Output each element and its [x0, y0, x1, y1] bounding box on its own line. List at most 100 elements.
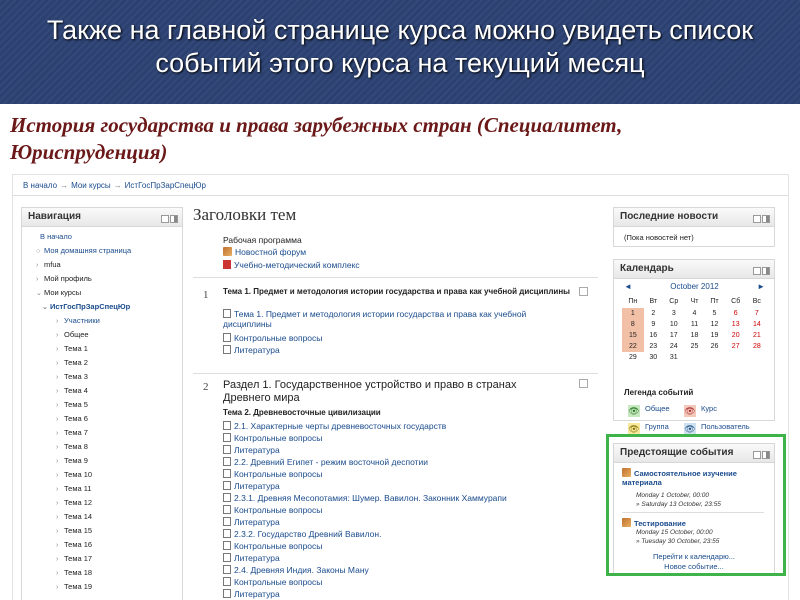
nav-item[interactable]: › Тема 3 [56, 372, 88, 381]
calendar-day[interactable]: 20 [725, 330, 747, 341]
nav-item-label: В начало [40, 232, 72, 241]
section-2-link[interactable]: 2.1. Характерные черты древневосточных г… [223, 421, 446, 431]
dock-icon[interactable] [170, 215, 178, 223]
calendar-day[interactable]: 31 [663, 352, 685, 363]
calendar-day[interactable]: 13 [725, 319, 747, 330]
section-2-link[interactable]: Литература [223, 445, 280, 455]
nav-item[interactable]: › Общее [56, 330, 89, 339]
calendar-day[interactable]: 12 [704, 319, 724, 330]
nav-item[interactable]: › Тема 17 [56, 554, 92, 563]
dock-icon[interactable] [762, 267, 770, 275]
collapse-icon[interactable] [161, 215, 169, 223]
calendar-day[interactable]: 18 [685, 330, 705, 341]
document-icon [223, 589, 231, 598]
section-1-checkbox[interactable] [579, 287, 588, 296]
section-2-link[interactable]: Литература [223, 517, 280, 527]
calendar-day[interactable]: 2 [644, 308, 663, 319]
nav-item[interactable]: › Мой профиль [36, 274, 92, 283]
umk-link[interactable]: Учебно-методический комплекс [223, 260, 360, 270]
section-2-link[interactable]: Контрольные вопросы [223, 469, 322, 479]
calendar-day[interactable]: 26 [704, 341, 724, 352]
calendar-day[interactable]: 10 [663, 319, 685, 330]
calendar-day[interactable]: 16 [644, 330, 663, 341]
nav-item[interactable]: ⌄ ИстГосПрЗарСпецЮр [42, 302, 130, 311]
nav-item[interactable]: ○ Моя домашняя страница [36, 246, 131, 255]
section-2-link[interactable]: Контрольные вопросы [223, 505, 322, 515]
nav-item[interactable]: › Тема 8 [56, 442, 88, 451]
calendar-day[interactable]: 9 [644, 319, 663, 330]
nav-item-label: Тема 18 [64, 568, 93, 577]
dock-icon[interactable] [762, 215, 770, 223]
prev-month-icon[interactable]: ◄ [624, 282, 632, 291]
collapse-icon[interactable] [753, 215, 761, 223]
collapse-icon[interactable] [753, 267, 761, 275]
calendar-month[interactable]: October 2012 [670, 282, 718, 291]
nav-item[interactable]: › Участники [56, 316, 100, 325]
calendar-day[interactable]: 7 [747, 308, 767, 319]
calendar-day[interactable]: 21 [747, 330, 767, 341]
nav-item[interactable]: › Тема 10 [56, 470, 92, 479]
calendar-day[interactable]: 4 [685, 308, 705, 319]
nav-item[interactable]: › Тема 5 [56, 400, 88, 409]
section-2-link[interactable]: 2.2. Древний Египет - режим восточной де… [223, 457, 428, 467]
document-icon [223, 553, 231, 562]
section-2-link[interactable]: 2.3.1. Древняя Месопотамия: Шумер. Вавил… [223, 493, 507, 503]
breadcrumb-course[interactable]: ИстГосПрЗарСпецЮр [125, 181, 206, 190]
section-2-link[interactable]: 2.4. Древняя Индия. Законы Ману [223, 565, 369, 575]
section-2-checkbox[interactable] [579, 379, 588, 388]
nav-item[interactable]: › Тема 14 [56, 512, 92, 521]
breadcrumb-home[interactable]: В начало [23, 181, 57, 190]
nav-item[interactable]: › Тема 19 [56, 582, 92, 591]
section-2-link[interactable]: 2.3.2. Государство Древний Вавилон. [223, 529, 381, 539]
eye-icon: 👁 [628, 405, 640, 417]
calendar-day[interactable]: 6 [725, 308, 747, 319]
nav-item[interactable]: В начало [32, 232, 72, 241]
nav-item[interactable]: › Тема 18 [56, 568, 92, 577]
nav-item[interactable]: › Тема 15 [56, 526, 92, 535]
nav-bullet-icon: › [56, 430, 59, 437]
section-2-link[interactable]: Контрольные вопросы [223, 577, 322, 587]
nav-item[interactable]: › mfua [36, 260, 61, 269]
calendar-day[interactable]: 17 [663, 330, 685, 341]
calendar-day[interactable]: 14 [747, 319, 767, 330]
section-1-title: Тема 1. Предмет и методология истории го… [223, 287, 571, 296]
section-2-link[interactable]: Контрольные вопросы [223, 433, 322, 443]
legend-global[interactable]: 👁 Общее [628, 404, 670, 417]
calendar-day[interactable]: 19 [704, 330, 724, 341]
nav-item[interactable]: › Тема 6 [56, 414, 88, 423]
section-2-link[interactable]: Литература [223, 589, 280, 599]
calendar-day[interactable]: 24 [663, 341, 685, 352]
calendar-day[interactable]: 30 [644, 352, 663, 363]
calendar-day[interactable]: 23 [644, 341, 663, 352]
nav-item[interactable]: › Тема 9 [56, 456, 88, 465]
next-month-icon[interactable]: ► [757, 282, 765, 291]
section-1-link-3[interactable]: Литература [223, 345, 280, 355]
section-2-link[interactable]: Контрольные вопросы [223, 541, 322, 551]
calendar-day[interactable]: 11 [685, 319, 705, 330]
nav-item[interactable]: ⌄ Мои курсы [36, 288, 81, 297]
calendar-day[interactable]: 27 [725, 341, 747, 352]
news-forum-link[interactable]: Новостной форум [223, 247, 306, 257]
calendar-day[interactable]: 1 [622, 308, 644, 319]
calendar-day[interactable]: 3 [663, 308, 685, 319]
nav-item[interactable]: › Тема 16 [56, 540, 92, 549]
calendar-day[interactable]: 28 [747, 341, 767, 352]
nav-item[interactable]: › Тема 11 [56, 484, 92, 493]
nav-item[interactable]: › Тема 7 [56, 428, 88, 437]
breadcrumb-my-courses[interactable]: Мои курсы [71, 181, 111, 190]
section-2-link[interactable]: Литература [223, 553, 280, 563]
nav-item[interactable]: › Тема 4 [56, 386, 88, 395]
calendar-day[interactable]: 25 [685, 341, 705, 352]
calendar-day[interactable]: 8 [622, 319, 644, 330]
nav-item[interactable]: › Тема 2 [56, 358, 88, 367]
nav-item[interactable]: › Тема 12 [56, 498, 92, 507]
legend-course[interactable]: 👁 Курс [684, 404, 717, 417]
nav-item[interactable]: › Тема 1 [56, 344, 88, 353]
calendar-day[interactable]: 29 [622, 352, 644, 363]
calendar-day[interactable]: 15 [622, 330, 644, 341]
section-2-link[interactable]: Литература [223, 481, 280, 491]
section-1-link-2[interactable]: Контрольные вопросы [223, 333, 322, 343]
calendar-day[interactable]: 5 [704, 308, 724, 319]
calendar-day[interactable]: 22 [622, 341, 644, 352]
section-1-link-1[interactable]: Тема 1. Предмет и методология истории го… [223, 309, 573, 329]
